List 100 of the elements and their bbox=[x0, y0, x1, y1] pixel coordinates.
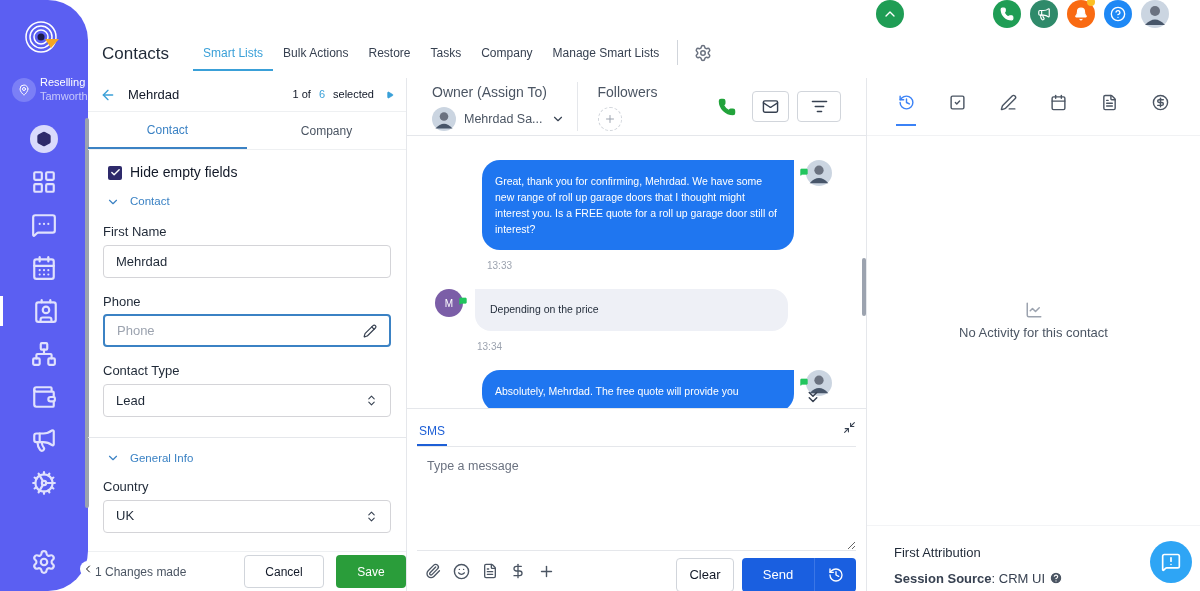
position-label: 1 of bbox=[292, 87, 311, 103]
tab-icon bbox=[897, 93, 915, 111]
help-icon bbox=[1110, 6, 1126, 22]
dollar-icon[interactable] bbox=[510, 563, 526, 579]
settings-icon[interactable] bbox=[694, 44, 713, 62]
contacts-icon bbox=[32, 297, 59, 324]
input-field[interactable]: Mehrdad bbox=[103, 244, 391, 278]
hexagon-icon bbox=[36, 130, 52, 147]
header-tab[interactable]: Restore bbox=[358, 40, 421, 71]
agent-avatar bbox=[806, 369, 832, 396]
field-label: Phone bbox=[103, 292, 142, 311]
tab-icon bbox=[1101, 93, 1119, 111]
header-tab[interactable]: Manage Smart Lists bbox=[542, 40, 670, 71]
message-input[interactable]: Type a message bbox=[417, 447, 856, 551]
select-field[interactable]: Lead bbox=[103, 383, 391, 417]
outbound-message: Absolutely, Mehrdad. The free quote will provide you bbox=[482, 369, 794, 408]
phone-icon bbox=[1000, 7, 1014, 21]
session-source: Session Source: CRM UI bbox=[894, 569, 1045, 588]
pin-icon bbox=[18, 83, 30, 96]
filter-icon bbox=[810, 98, 828, 115]
email-button[interactable] bbox=[752, 91, 789, 122]
location-city: Tamworth bbox=[40, 89, 88, 104]
location-name: Reselling bbox=[40, 76, 87, 90]
calendar-icon bbox=[31, 254, 57, 281]
agent-avatar bbox=[806, 160, 832, 186]
inbound-message: Depending on the price bbox=[475, 289, 788, 331]
pencil-icon bbox=[363, 323, 377, 338]
help-icon[interactable] bbox=[1049, 571, 1063, 586]
dashboard-icon bbox=[31, 168, 57, 195]
owner-label: Owner (Assign To) bbox=[432, 83, 548, 102]
message-time: 13:33 bbox=[487, 259, 514, 273]
clear-button[interactable]: Clear bbox=[676, 558, 734, 591]
field-label: First Name bbox=[103, 223, 168, 242]
sms-icon bbox=[459, 297, 467, 305]
tab-icon bbox=[999, 93, 1017, 111]
header-tab[interactable]: Tasks bbox=[420, 40, 472, 71]
field-label: Contact Type bbox=[103, 362, 181, 381]
panel-tab[interactable]: Company bbox=[247, 112, 406, 149]
sms-icon bbox=[800, 377, 808, 386]
tab-icon bbox=[948, 93, 966, 111]
message-time: 13:34 bbox=[477, 339, 504, 354]
notification-button[interactable] bbox=[1067, 0, 1095, 28]
phone-button[interactable] bbox=[993, 0, 1021, 28]
updown-icon bbox=[365, 393, 378, 407]
empty-message: No Activity for this contact bbox=[959, 324, 1108, 342]
header-tab[interactable]: Bulk Actions bbox=[273, 40, 359, 71]
minimize-icon[interactable] bbox=[843, 421, 856, 434]
location-badge[interactable] bbox=[12, 77, 36, 102]
attachment-icon[interactable] bbox=[425, 563, 441, 579]
updown-icon bbox=[365, 509, 378, 523]
phone-icon[interactable] bbox=[718, 97, 736, 116]
contact-name: Mehrdad bbox=[128, 85, 180, 104]
outbound-message: Great, thank you for confirming, Mehrdad. We have some new range of roll up garage doors that I thought might interest you. Is a FREE quote for a roll up garage door still of interest? bbox=[482, 160, 794, 250]
save-button[interactable]: Save bbox=[336, 555, 406, 588]
select-field[interactable]: UK bbox=[103, 499, 391, 533]
send-button[interactable]: Send bbox=[742, 558, 814, 591]
checkbox-label: Hide empty fields bbox=[130, 163, 238, 182]
plus-icon bbox=[603, 113, 616, 125]
next-icon[interactable] bbox=[386, 90, 394, 99]
feedback-button[interactable] bbox=[1150, 541, 1192, 583]
contact-avatar: M bbox=[435, 289, 463, 317]
bell-icon bbox=[1074, 7, 1088, 21]
checkbox[interactable] bbox=[108, 165, 122, 180]
wallet-icon bbox=[31, 383, 57, 410]
chart-icon bbox=[1024, 301, 1043, 319]
filter-button[interactable] bbox=[797, 91, 841, 122]
help-button[interactable] bbox=[1104, 0, 1132, 28]
envelope-icon bbox=[762, 98, 779, 115]
owner-avatar bbox=[432, 107, 456, 131]
page-title: Contacts bbox=[102, 43, 170, 65]
selected-count: 6 bbox=[318, 87, 325, 103]
user-avatar bbox=[1141, 0, 1169, 28]
tab-icon bbox=[1152, 93, 1170, 111]
attribution-title: First Attribution bbox=[894, 544, 982, 562]
section-toggle[interactable]: General Info bbox=[103, 449, 391, 467]
clock-icon bbox=[827, 567, 844, 583]
document-icon[interactable] bbox=[482, 563, 498, 579]
emoji-icon[interactable] bbox=[453, 562, 470, 580]
network-icon bbox=[31, 340, 57, 367]
followers-label: Followers bbox=[597, 83, 658, 102]
announcement-button[interactable] bbox=[1030, 0, 1058, 28]
selected-label: selected bbox=[333, 87, 374, 103]
info-message-icon bbox=[1161, 552, 1181, 572]
settings-icon[interactable] bbox=[31, 549, 57, 575]
section-toggle[interactable]: Contact bbox=[103, 193, 391, 211]
schedule-button[interactable] bbox=[814, 558, 856, 591]
header-tab[interactable]: Company bbox=[471, 40, 543, 71]
collapse-button[interactable] bbox=[876, 0, 904, 28]
owner-select[interactable]: Mehrdad Sa... bbox=[432, 107, 565, 131]
megaphone-icon bbox=[1037, 7, 1051, 21]
cancel-button[interactable]: Cancel bbox=[244, 555, 324, 588]
sms-icon bbox=[800, 168, 808, 176]
changes-text: 1 Changes made bbox=[95, 563, 188, 581]
tab-icon bbox=[1050, 93, 1068, 111]
chat-icon bbox=[31, 211, 57, 238]
megaphone-icon bbox=[31, 426, 57, 453]
automation-icon bbox=[31, 469, 57, 496]
check-icon bbox=[109, 167, 121, 178]
panel-tab[interactable]: Contact bbox=[88, 112, 247, 149]
sms-tab[interactable]: SMS bbox=[417, 422, 447, 446]
